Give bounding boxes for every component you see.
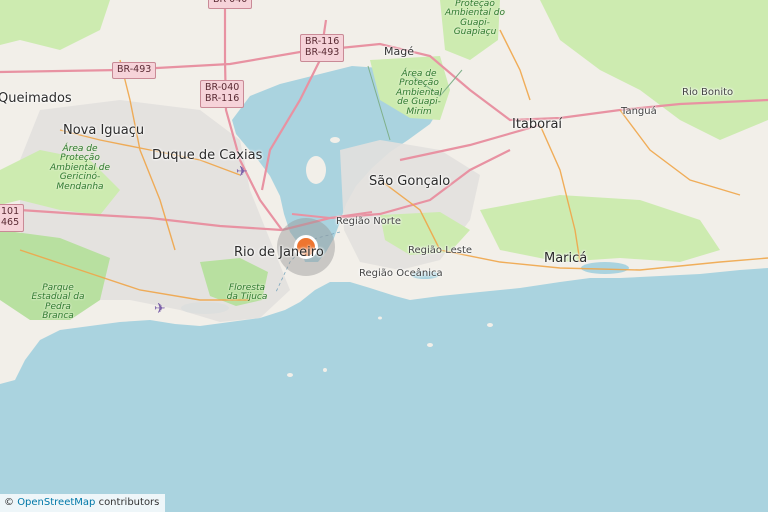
label-apa-gericino: Área de Proteção Ambiental de Gericinó-M… <box>49 144 111 192</box>
shield-top-partial: BR-040 <box>208 0 253 9</box>
label-regiao-leste: Região Leste <box>408 245 473 256</box>
label-duque-de-caxias: Duque de Caxias <box>152 148 263 163</box>
label-apa-guapi-mirim: Área de Proteção Ambiental de Guapi-Miri… <box>396 69 442 117</box>
shield-line: BR-116 <box>205 92 240 104</box>
airport-galeao-icon: ✈ <box>236 164 248 180</box>
label-parque-pedra-branca: Parque Estadual da Pedra Branca <box>31 283 85 322</box>
shield-br040-br116: BR-040 BR-116 <box>200 80 245 108</box>
label-mage: Magé <box>384 45 414 58</box>
map-attribution: © OpenStreetMap contributors <box>0 494 166 512</box>
shield-br493-west: BR-493 <box>112 62 157 79</box>
label-sao-goncalo: São Gonçalo <box>369 174 451 189</box>
label-apa-guapi-guapiacu: Proteção Ambiental do Guapi-Guapiaçu <box>444 0 505 38</box>
label-nova-iguacu: Nova Iguaçu <box>63 123 145 138</box>
label-regiao-norte: Região Norte <box>336 216 401 227</box>
shield-line: 465 <box>1 216 20 228</box>
label-rio-de-janeiro: Rio de Janeiro <box>234 245 324 260</box>
shield-edge-left: 101 465 <box>0 204 25 232</box>
label-marica: Maricá <box>544 251 588 266</box>
airport-jacarepagua-icon: ✈ <box>154 301 166 317</box>
attribution-prefix: © <box>4 497 18 508</box>
attribution-suffix: contributors <box>95 497 160 508</box>
label-regiao-oceanica: Região Oceânica <box>359 268 443 279</box>
label-queimados: Queimados <box>0 91 72 106</box>
label-rio-bonito: Rio Bonito <box>682 87 734 98</box>
label-floresta-tijuca: Floresta da Tijuca <box>226 283 268 303</box>
label-itaborai: Itaboraí <box>512 117 563 132</box>
lagoon-marica <box>581 262 629 274</box>
osm-link[interactable]: OpenStreetMap <box>17 497 95 508</box>
shield-line: BR-493 <box>305 46 340 58</box>
label-tangua: Tanguá <box>621 106 657 117</box>
shield-br116-br493: BR-116 BR-493 <box>300 34 345 62</box>
